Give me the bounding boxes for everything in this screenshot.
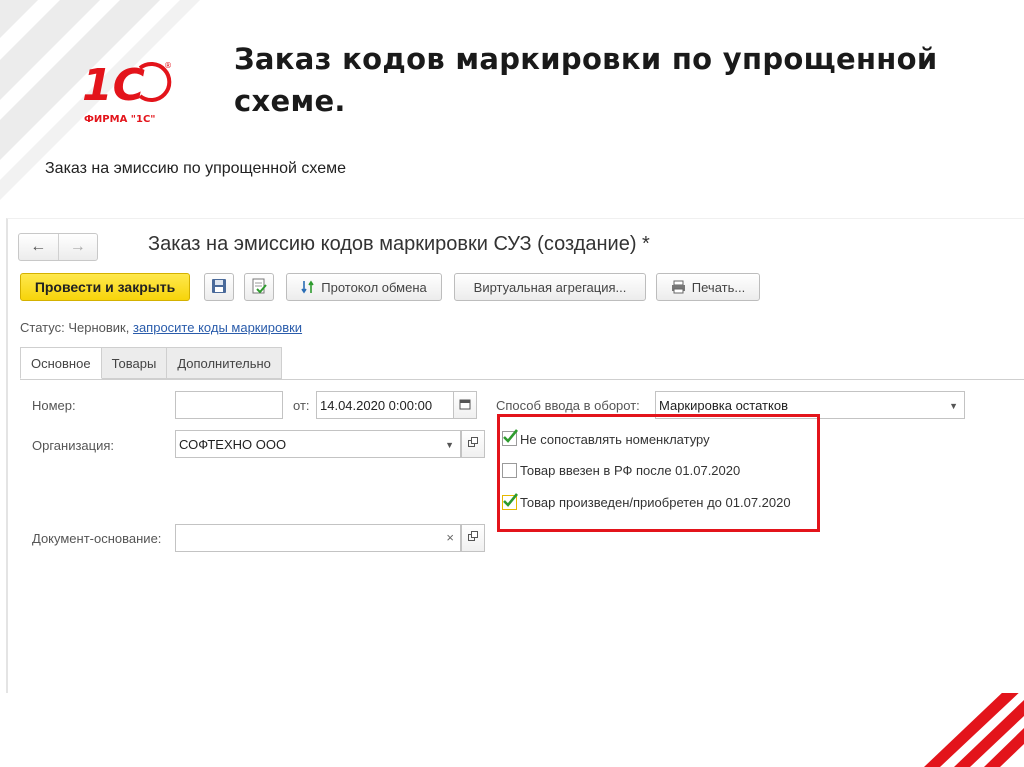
document-post-icon <box>251 278 267 297</box>
status-label: Статус: <box>20 320 65 335</box>
printer-icon <box>671 280 686 294</box>
basis-document-field[interactable]: × <box>175 524 461 552</box>
open-basis-button[interactable] <box>461 524 485 552</box>
svg-text:ФИРМА "1С": ФИРМА "1С" <box>84 114 156 125</box>
calendar-button[interactable] <box>453 391 477 419</box>
request-codes-link[interactable]: запросите коды маркировки <box>133 320 302 335</box>
tab-main[interactable]: Основное <box>20 347 102 379</box>
checkbox-label: Товар ввезен в РФ после 01.07.2020 <box>520 463 741 478</box>
slide-title: Заказ кодов маркировки по упрощенной схе… <box>234 42 938 118</box>
post-document-button[interactable] <box>244 273 274 301</box>
status-line: Статус: Черновик, запросите коды маркиро… <box>20 320 302 335</box>
number-label: Номер: <box>32 398 76 413</box>
checkbox-label: Не сопоставлять номенклатуру <box>520 432 710 447</box>
organization-field[interactable]: СОФТЕХНО ООО ▼ <box>175 430 461 458</box>
tab-additional[interactable]: Дополнительно <box>167 347 282 379</box>
open-form-icon <box>467 437 479 451</box>
status-value: Черновик, <box>68 320 130 335</box>
open-form-icon <box>467 531 479 545</box>
save-button[interactable] <box>204 273 234 301</box>
calendar-icon <box>459 398 471 413</box>
slide-subtitle: Заказ на эмиссию по упрощенной схеме <box>45 160 346 177</box>
print-button[interactable]: Печать... <box>656 273 760 301</box>
firma-1c-logo: 1С ® ФИРМА "1С" <box>80 56 190 128</box>
basis-document-label: Документ-основание: <box>32 531 162 546</box>
number-field[interactable] <box>175 391 283 419</box>
tab-goods[interactable]: Товары <box>101 347 168 379</box>
checkmark-icon <box>503 493 519 507</box>
form-title: Заказ на эмиссию кодов маркировки СУЗ (с… <box>148 233 650 255</box>
chevron-down-icon[interactable]: ▼ <box>445 440 454 450</box>
exchange-log-button[interactable]: Протокол обмена <box>286 273 442 301</box>
checkbox-label: Товар произведен/приобретен до 01.07.202… <box>520 495 791 510</box>
document-form-window: ← → Заказ на эмиссию кодов маркировки СУ… <box>6 218 1024 693</box>
exchange-log-label: Протокол обмена <box>321 279 427 295</box>
input-method-label: Способ ввода в оборот: <box>496 398 640 413</box>
organization-value: СОФТЕХНО ООО <box>179 436 287 452</box>
floppy-disk-icon <box>211 278 227 297</box>
svg-text:1С: 1С <box>82 60 145 111</box>
date-field[interactable]: 14.04.2020 0:00:00 <box>316 391 454 419</box>
print-label: Печать... <box>691 279 746 295</box>
post-and-close-button[interactable]: Провести и закрыть <box>20 273 190 301</box>
checkmark-icon <box>503 429 519 443</box>
tab-bar: Основное Товары Дополнительно <box>20 347 282 380</box>
exchange-arrows-icon <box>301 280 315 294</box>
organization-label: Организация: <box>32 438 115 453</box>
arrow-right-icon[interactable]: → <box>57 234 98 260</box>
date-label: от: <box>293 398 310 413</box>
checkbox-produced-before[interactable] <box>502 493 519 510</box>
virtual-aggregation-button[interactable]: Виртуальная агрегация... <box>454 273 646 301</box>
arrow-left-icon[interactable]: ← <box>19 234 58 260</box>
input-method-value: Маркировка остатков <box>659 397 788 413</box>
navigation-buttons: ← → <box>18 233 98 261</box>
svg-text:®: ® <box>164 61 172 70</box>
clear-icon[interactable]: × <box>446 530 454 545</box>
checkbox-no-nomenclature-match[interactable] <box>502 429 519 446</box>
open-organization-button[interactable] <box>461 430 485 458</box>
checkbox-imported-after[interactable] <box>502 463 517 478</box>
chevron-down-icon[interactable]: ▼ <box>949 401 958 411</box>
